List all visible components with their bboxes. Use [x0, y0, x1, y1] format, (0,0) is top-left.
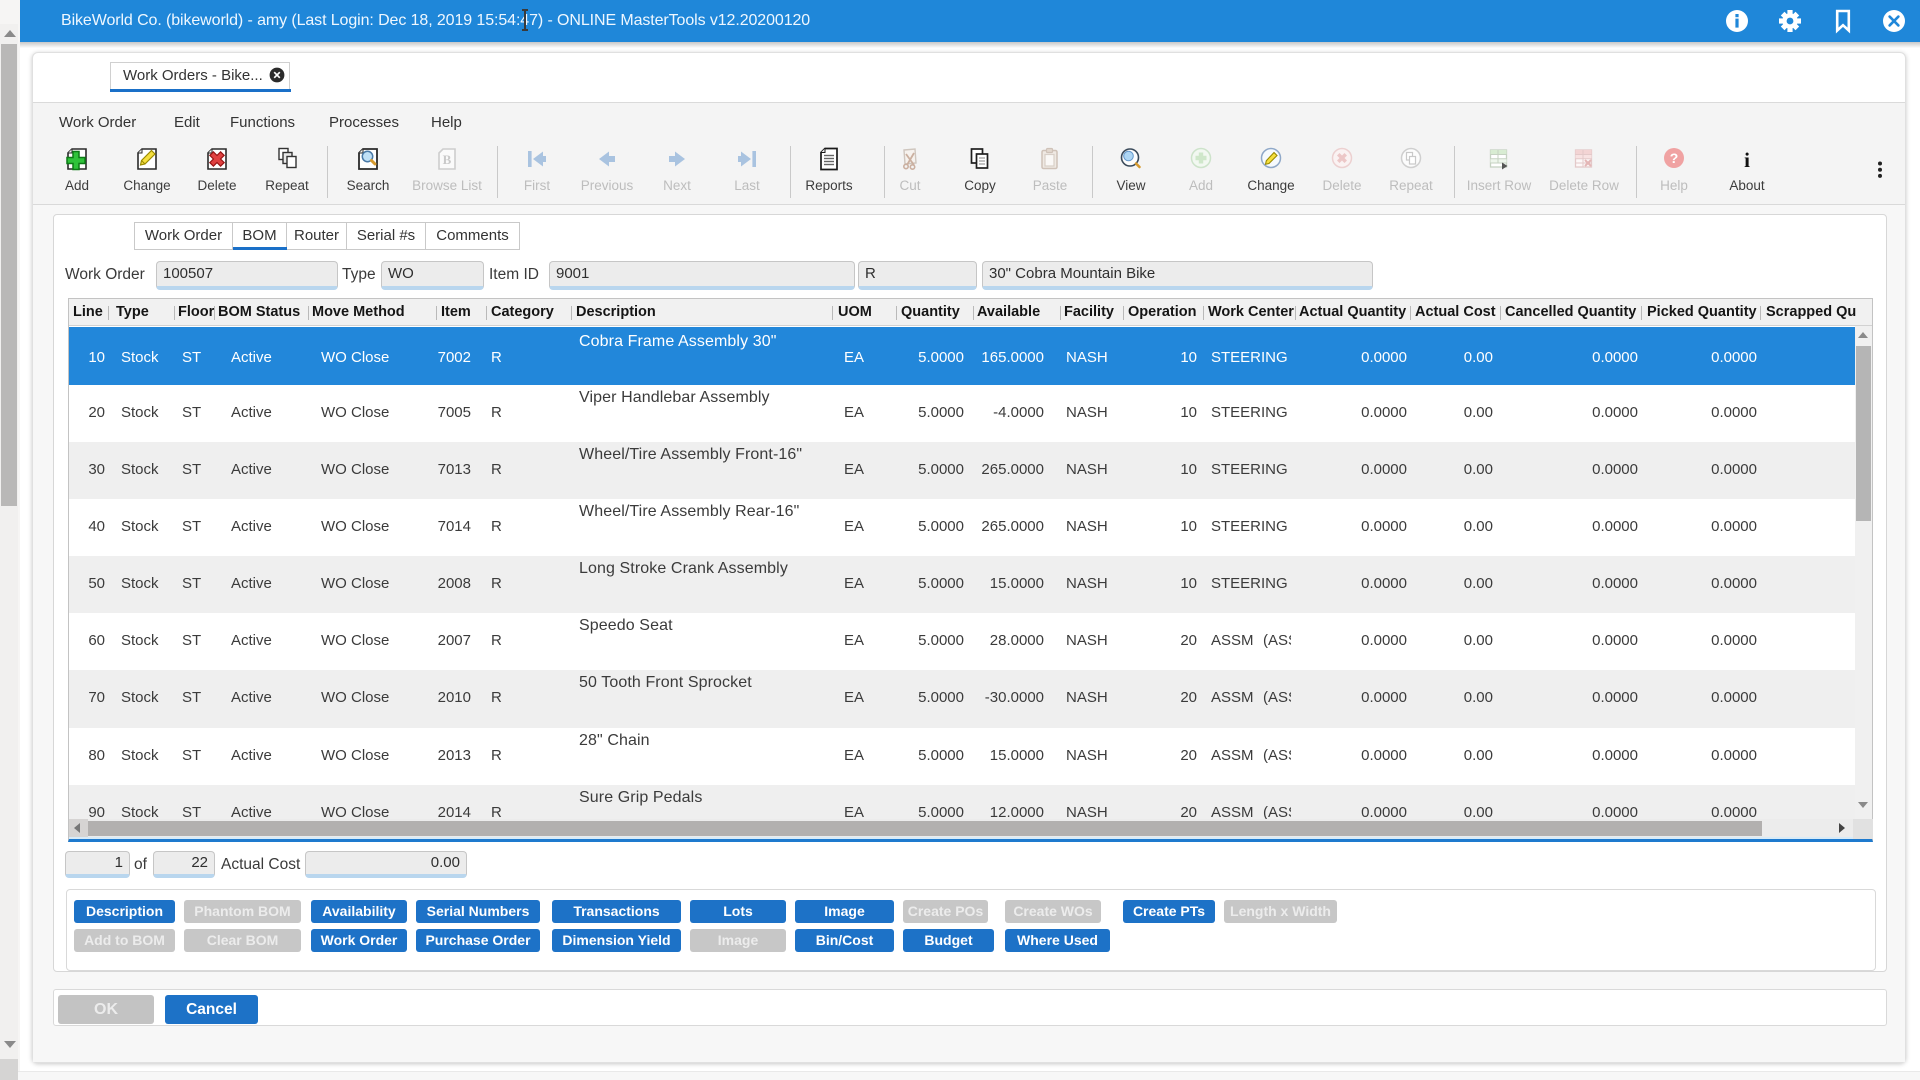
svg-text:?: ?	[1670, 150, 1679, 166]
svg-text:B: B	[443, 152, 452, 167]
svg-text:i: i	[1744, 148, 1750, 172]
